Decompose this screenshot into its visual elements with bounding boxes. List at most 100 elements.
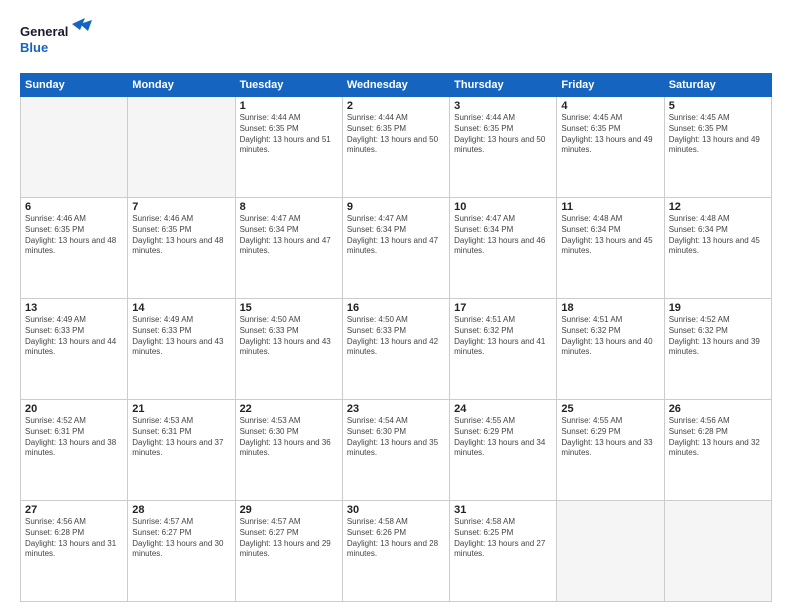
day-info: Sunrise: 4:46 AM Sunset: 6:35 PM Dayligh… — [25, 214, 123, 257]
day-number: 26 — [669, 403, 767, 415]
day-number: 30 — [347, 504, 445, 516]
logo-svg: General Blue — [20, 16, 100, 60]
calendar-cell: 1Sunrise: 4:44 AM Sunset: 6:35 PM Daylig… — [235, 97, 342, 198]
day-number: 15 — [240, 302, 338, 314]
calendar-header-wednesday: Wednesday — [342, 74, 449, 97]
day-number: 20 — [25, 403, 123, 415]
day-info: Sunrise: 4:57 AM Sunset: 6:27 PM Dayligh… — [132, 517, 230, 560]
day-info: Sunrise: 4:47 AM Sunset: 6:34 PM Dayligh… — [347, 214, 445, 257]
day-number: 23 — [347, 403, 445, 415]
day-info: Sunrise: 4:49 AM Sunset: 6:33 PM Dayligh… — [25, 315, 123, 358]
calendar-cell: 5Sunrise: 4:45 AM Sunset: 6:35 PM Daylig… — [664, 97, 771, 198]
day-info: Sunrise: 4:55 AM Sunset: 6:29 PM Dayligh… — [561, 416, 659, 459]
day-number: 4 — [561, 100, 659, 112]
day-number: 27 — [25, 504, 123, 516]
day-info: Sunrise: 4:50 AM Sunset: 6:33 PM Dayligh… — [240, 315, 338, 358]
day-number: 12 — [669, 201, 767, 213]
day-number: 22 — [240, 403, 338, 415]
day-number: 13 — [25, 302, 123, 314]
calendar-cell: 16Sunrise: 4:50 AM Sunset: 6:33 PM Dayli… — [342, 299, 449, 400]
day-number: 28 — [132, 504, 230, 516]
day-number: 2 — [347, 100, 445, 112]
calendar-cell: 14Sunrise: 4:49 AM Sunset: 6:33 PM Dayli… — [128, 299, 235, 400]
day-info: Sunrise: 4:53 AM Sunset: 6:31 PM Dayligh… — [132, 416, 230, 459]
calendar-week-3: 20Sunrise: 4:52 AM Sunset: 6:31 PM Dayli… — [21, 400, 772, 501]
day-info: Sunrise: 4:58 AM Sunset: 6:25 PM Dayligh… — [454, 517, 552, 560]
svg-text:Blue: Blue — [20, 40, 48, 55]
day-info: Sunrise: 4:47 AM Sunset: 6:34 PM Dayligh… — [454, 214, 552, 257]
calendar-header-friday: Friday — [557, 74, 664, 97]
day-number: 14 — [132, 302, 230, 314]
calendar-cell — [128, 97, 235, 198]
logo-area: General Blue — [20, 16, 100, 65]
calendar-cell: 7Sunrise: 4:46 AM Sunset: 6:35 PM Daylig… — [128, 198, 235, 299]
calendar-cell: 4Sunrise: 4:45 AM Sunset: 6:35 PM Daylig… — [557, 97, 664, 198]
day-info: Sunrise: 4:50 AM Sunset: 6:33 PM Dayligh… — [347, 315, 445, 358]
day-number: 24 — [454, 403, 552, 415]
calendar-header-tuesday: Tuesday — [235, 74, 342, 97]
day-number: 31 — [454, 504, 552, 516]
day-info: Sunrise: 4:52 AM Sunset: 6:31 PM Dayligh… — [25, 416, 123, 459]
day-info: Sunrise: 4:47 AM Sunset: 6:34 PM Dayligh… — [240, 214, 338, 257]
day-number: 17 — [454, 302, 552, 314]
calendar-table: SundayMondayTuesdayWednesdayThursdayFrid… — [20, 73, 772, 602]
calendar-cell: 23Sunrise: 4:54 AM Sunset: 6:30 PM Dayli… — [342, 400, 449, 501]
day-info: Sunrise: 4:55 AM Sunset: 6:29 PM Dayligh… — [454, 416, 552, 459]
calendar-cell: 25Sunrise: 4:55 AM Sunset: 6:29 PM Dayli… — [557, 400, 664, 501]
page: General Blue SundayMondayTuesdayWednesda… — [0, 0, 792, 612]
calendar-header-sunday: Sunday — [21, 74, 128, 97]
calendar-cell: 24Sunrise: 4:55 AM Sunset: 6:29 PM Dayli… — [450, 400, 557, 501]
calendar-week-4: 27Sunrise: 4:56 AM Sunset: 6:28 PM Dayli… — [21, 501, 772, 602]
day-number: 3 — [454, 100, 552, 112]
day-info: Sunrise: 4:51 AM Sunset: 6:32 PM Dayligh… — [454, 315, 552, 358]
day-info: Sunrise: 4:56 AM Sunset: 6:28 PM Dayligh… — [25, 517, 123, 560]
calendar-cell — [557, 501, 664, 602]
day-info: Sunrise: 4:44 AM Sunset: 6:35 PM Dayligh… — [240, 113, 338, 156]
calendar-week-2: 13Sunrise: 4:49 AM Sunset: 6:33 PM Dayli… — [21, 299, 772, 400]
logo: General Blue — [20, 16, 100, 65]
day-number: 1 — [240, 100, 338, 112]
calendar-cell: 31Sunrise: 4:58 AM Sunset: 6:25 PM Dayli… — [450, 501, 557, 602]
calendar-cell: 11Sunrise: 4:48 AM Sunset: 6:34 PM Dayli… — [557, 198, 664, 299]
day-info: Sunrise: 4:51 AM Sunset: 6:32 PM Dayligh… — [561, 315, 659, 358]
day-info: Sunrise: 4:48 AM Sunset: 6:34 PM Dayligh… — [669, 214, 767, 257]
calendar-cell: 19Sunrise: 4:52 AM Sunset: 6:32 PM Dayli… — [664, 299, 771, 400]
day-number: 7 — [132, 201, 230, 213]
calendar-header-saturday: Saturday — [664, 74, 771, 97]
calendar-cell: 30Sunrise: 4:58 AM Sunset: 6:26 PM Dayli… — [342, 501, 449, 602]
day-info: Sunrise: 4:44 AM Sunset: 6:35 PM Dayligh… — [347, 113, 445, 156]
calendar-cell: 12Sunrise: 4:48 AM Sunset: 6:34 PM Dayli… — [664, 198, 771, 299]
calendar-cell: 18Sunrise: 4:51 AM Sunset: 6:32 PM Dayli… — [557, 299, 664, 400]
calendar-cell: 28Sunrise: 4:57 AM Sunset: 6:27 PM Dayli… — [128, 501, 235, 602]
day-info: Sunrise: 4:45 AM Sunset: 6:35 PM Dayligh… — [561, 113, 659, 156]
calendar-cell: 20Sunrise: 4:52 AM Sunset: 6:31 PM Dayli… — [21, 400, 128, 501]
day-number: 9 — [347, 201, 445, 213]
day-number: 21 — [132, 403, 230, 415]
day-number: 8 — [240, 201, 338, 213]
calendar-cell: 8Sunrise: 4:47 AM Sunset: 6:34 PM Daylig… — [235, 198, 342, 299]
day-info: Sunrise: 4:56 AM Sunset: 6:28 PM Dayligh… — [669, 416, 767, 459]
day-number: 19 — [669, 302, 767, 314]
calendar-cell: 27Sunrise: 4:56 AM Sunset: 6:28 PM Dayli… — [21, 501, 128, 602]
calendar-cell — [21, 97, 128, 198]
calendar-cell: 21Sunrise: 4:53 AM Sunset: 6:31 PM Dayli… — [128, 400, 235, 501]
day-info: Sunrise: 4:52 AM Sunset: 6:32 PM Dayligh… — [669, 315, 767, 358]
day-number: 10 — [454, 201, 552, 213]
day-info: Sunrise: 4:45 AM Sunset: 6:35 PM Dayligh… — [669, 113, 767, 156]
calendar-cell: 6Sunrise: 4:46 AM Sunset: 6:35 PM Daylig… — [21, 198, 128, 299]
day-info: Sunrise: 4:57 AM Sunset: 6:27 PM Dayligh… — [240, 517, 338, 560]
calendar-cell: 22Sunrise: 4:53 AM Sunset: 6:30 PM Dayli… — [235, 400, 342, 501]
calendar-cell: 9Sunrise: 4:47 AM Sunset: 6:34 PM Daylig… — [342, 198, 449, 299]
calendar-week-0: 1Sunrise: 4:44 AM Sunset: 6:35 PM Daylig… — [21, 97, 772, 198]
day-info: Sunrise: 4:53 AM Sunset: 6:30 PM Dayligh… — [240, 416, 338, 459]
day-number: 25 — [561, 403, 659, 415]
calendar-header-row: SundayMondayTuesdayWednesdayThursdayFrid… — [21, 74, 772, 97]
day-info: Sunrise: 4:46 AM Sunset: 6:35 PM Dayligh… — [132, 214, 230, 257]
day-number: 16 — [347, 302, 445, 314]
calendar-header-monday: Monday — [128, 74, 235, 97]
calendar-header-thursday: Thursday — [450, 74, 557, 97]
calendar-cell: 15Sunrise: 4:50 AM Sunset: 6:33 PM Dayli… — [235, 299, 342, 400]
calendar-cell: 29Sunrise: 4:57 AM Sunset: 6:27 PM Dayli… — [235, 501, 342, 602]
header: General Blue — [20, 16, 772, 65]
calendar-cell: 26Sunrise: 4:56 AM Sunset: 6:28 PM Dayli… — [664, 400, 771, 501]
